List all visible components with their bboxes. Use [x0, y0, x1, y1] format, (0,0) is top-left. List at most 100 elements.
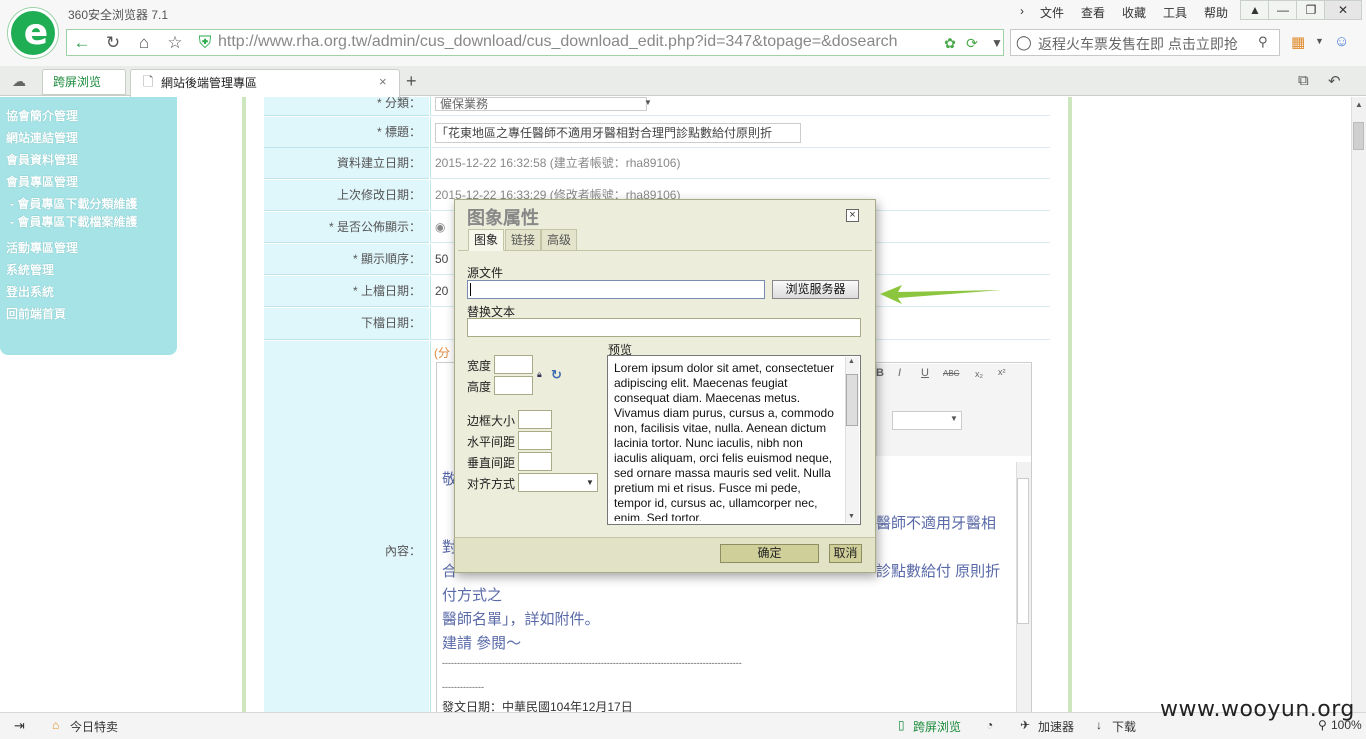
close-tab-icon[interactable]: ×: [379, 74, 387, 89]
editor-scroll-thumb[interactable]: [1017, 478, 1029, 624]
border-input[interactable]: [518, 410, 552, 429]
label-created: 資料建立日期：: [264, 148, 429, 179]
today-deals-link[interactable]: 今日特卖: [70, 718, 118, 735]
created-value: 2015-12-22 16:32:58 (建立者帳號：rha89106): [430, 148, 1050, 179]
vspace-input[interactable]: [518, 452, 552, 471]
sidebar-item-about[interactable]: 協會簡介管理: [6, 107, 78, 124]
tab-list-icon[interactable]: ⧉: [1298, 72, 1309, 89]
cancel-button[interactable]: 取消: [829, 544, 862, 563]
security-shield-icon: ⛨: [198, 33, 212, 52]
strike-icon[interactable]: ABC: [943, 369, 959, 378]
dialog-tab-image[interactable]: 图象: [468, 229, 505, 251]
refresh-icon[interactable]: ↻: [101, 32, 125, 54]
tab-admin-page[interactable]: 網站後端管理專區: [130, 69, 400, 97]
sidebar-item-links[interactable]: 網站連結管理: [6, 129, 78, 146]
sidebar-item-system[interactable]: 系統管理: [6, 261, 54, 278]
dialog-close-icon[interactable]: ×: [846, 209, 859, 222]
speed-mode-icon[interactable]: ⟳: [960, 32, 984, 54]
close-window-button[interactable]: ✕: [1324, 0, 1362, 20]
label-title: * 標題：: [264, 117, 429, 148]
arrow-annotation-icon: [880, 285, 1002, 304]
content-line: 付方式之: [442, 587, 503, 604]
category-value: 僱保業務: [435, 97, 647, 111]
menu-help[interactable]: 帮助: [1204, 4, 1228, 21]
preview-scroll-thumb[interactable]: [846, 374, 858, 426]
browser-logo-icon: e: [8, 8, 58, 58]
sidebar-subitem-download-files[interactable]: - 會員專區下載檔案維護: [10, 213, 137, 230]
undo-close-icon[interactable]: ↶: [1328, 72, 1341, 90]
app-title: 360安全浏览器 7.1: [68, 8, 169, 22]
content-line: 醫師不適用牙醫相: [876, 515, 997, 532]
page-scroll-thumb[interactable]: [1353, 122, 1364, 150]
accelerator-button[interactable]: 加速器: [1038, 718, 1074, 735]
alt-text-input[interactable]: [467, 318, 861, 337]
ok-button[interactable]: 确定: [720, 544, 819, 563]
apps-dropdown-icon[interactable]: ▼: [1315, 36, 1324, 46]
home-icon[interactable]: ⌂: [132, 32, 156, 54]
download-icon: ↓: [1096, 718, 1102, 732]
height-label: 高度: [467, 380, 492, 394]
new-tab-icon[interactable]: +: [406, 71, 417, 92]
menu-view[interactable]: 查看: [1081, 4, 1105, 21]
preview-scroll-up-icon[interactable]: ▲: [848, 358, 855, 365]
search-go-icon[interactable]: ⚲: [1258, 34, 1268, 50]
menu-file[interactable]: 文件: [1040, 4, 1064, 21]
page-scrollbar[interactable]: [1351, 97, 1366, 712]
sidebar-item-logout[interactable]: 登出系統: [6, 283, 54, 300]
skin-icon[interactable]: ▲: [1240, 0, 1270, 20]
favorite-star-icon[interactable]: ☆: [163, 32, 187, 54]
category-dropdown-icon[interactable]: ▼: [644, 98, 652, 107]
cloud-icon[interactable]: ☁: [12, 73, 26, 90]
menu-favorites[interactable]: 收藏: [1122, 4, 1146, 21]
subscript-icon[interactable]: x₂: [975, 369, 983, 379]
accelerator-icon: ✈: [1020, 718, 1031, 732]
search-text[interactable]: 返程火车票发售在即 点击立即抢: [1038, 34, 1238, 54]
label-category: * 分類：: [264, 97, 429, 116]
tab-kuaping[interactable]: 跨屏浏览: [42, 69, 126, 95]
lock-ratio-icon[interactable]: 🔒︎: [537, 369, 542, 380]
reset-size-icon[interactable]: ↻: [551, 367, 562, 383]
back-icon[interactable]: ←: [70, 32, 94, 54]
hspace-input[interactable]: [518, 431, 552, 450]
browse-server-button[interactable]: 浏览服务器: [772, 280, 859, 299]
content-divider: ----------------------------------------…: [442, 658, 742, 668]
user-icon[interactable]: ☺: [1334, 33, 1349, 50]
sidebar-item-members[interactable]: 會員資料管理: [6, 151, 78, 168]
bold-icon[interactable]: B: [876, 367, 884, 379]
maximize-button[interactable]: ❐: [1296, 0, 1326, 20]
minimize-button[interactable]: —: [1268, 0, 1298, 20]
italic-icon[interactable]: I: [898, 367, 901, 379]
align-dropdown-icon[interactable]: ▼: [586, 478, 594, 487]
title-input[interactable]: 「花東地區之專任醫師不適用牙醫相對合理門診點數給付原則折: [435, 122, 801, 143]
download-button[interactable]: 下载: [1112, 718, 1136, 735]
sidebar-item-frontend[interactable]: 回前端首頁: [6, 305, 66, 322]
compat-mode-icon[interactable]: ✿: [938, 32, 962, 54]
sidebar-item-activities[interactable]: 活動專區管理: [6, 239, 78, 256]
font-size-dropdown-icon[interactable]: ▼: [950, 414, 958, 423]
width-input[interactable]: [494, 355, 533, 374]
menu-tools[interactable]: 工具: [1163, 4, 1187, 21]
dialog-tab-link[interactable]: 链接: [505, 229, 542, 251]
content-line: 建請 參閱～: [442, 635, 522, 652]
category-select[interactable]: 僱保業務: [430, 97, 1050, 116]
label-start-date: * 上檔日期：: [264, 276, 429, 307]
sidebar-toggle-icon[interactable]: ⇥: [14, 718, 25, 734]
more-chevron-icon[interactable]: ›: [1020, 4, 1024, 18]
preview-text: Lorem ipsum dolor sit amet, consectetuer…: [614, 361, 835, 521]
height-input[interactable]: [494, 376, 533, 395]
source-input[interactable]: [467, 280, 765, 299]
sidebar-item-member-area[interactable]: 會員專區管理: [6, 173, 78, 190]
width-label: 宽度: [467, 359, 492, 373]
preview-scroll-down-icon[interactable]: ▼: [848, 513, 855, 520]
url-text[interactable]: http://www.rha.org.tw/admin/cus_download…: [218, 33, 898, 51]
dialog-tab-advanced[interactable]: 高级: [541, 229, 578, 251]
address-dropdown-icon[interactable]: ▼: [985, 32, 1009, 54]
sidebar-subitem-download-category[interactable]: - 會員專區下載分類維護: [10, 195, 137, 212]
watermark: www.wooyun.org: [1160, 697, 1355, 722]
superscript-icon[interactable]: x²: [998, 367, 1006, 377]
kuaping-status[interactable]: 跨屏浏览: [913, 718, 961, 735]
speed-icon[interactable]: ◔: [986, 718, 993, 732]
underline-icon[interactable]: U: [921, 367, 929, 379]
apps-icon[interactable]: ▦: [1291, 33, 1305, 51]
scroll-up-icon[interactable]: ▲: [1355, 100, 1363, 109]
